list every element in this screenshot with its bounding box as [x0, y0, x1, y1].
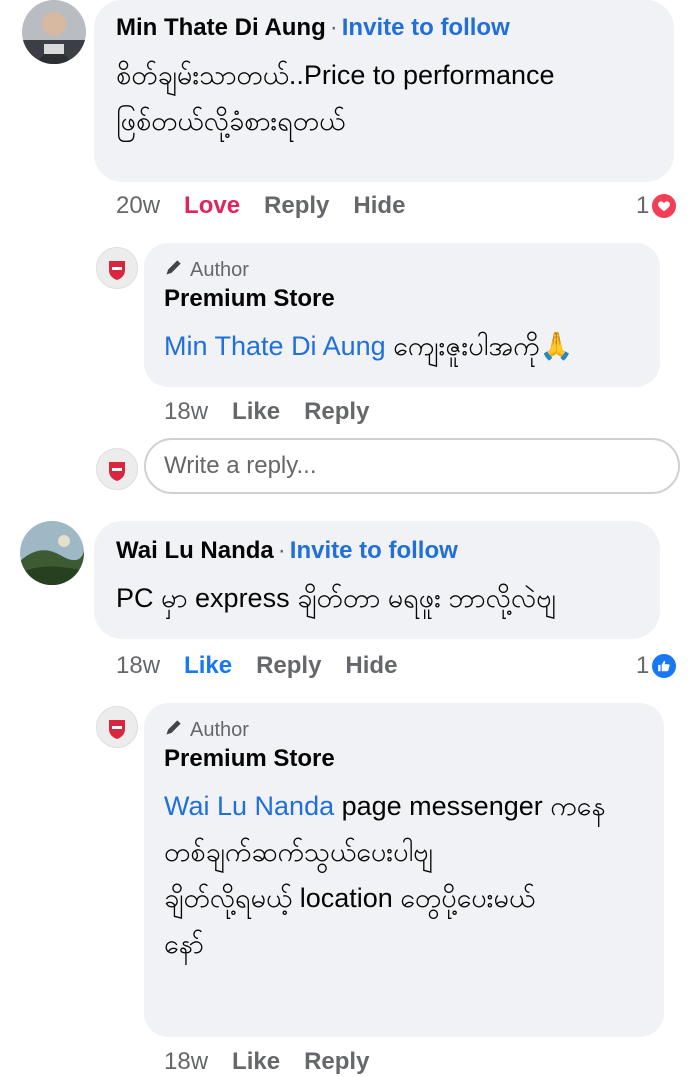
reply-button[interactable]: Reply	[264, 192, 329, 219]
reply-text-content: ကျေးဇူးပါအကို🙏	[385, 331, 574, 361]
comment-text-line: ဖြစ်တယ်လို့ခံစားရတယ်	[116, 106, 346, 136]
reaction-count[interactable]: 1	[636, 652, 677, 680]
like-button[interactable]: Like	[184, 652, 232, 679]
pencil-icon	[164, 717, 184, 743]
write-reply-input[interactable]: Write a reply...	[144, 438, 680, 494]
heart-icon	[652, 194, 677, 218]
reply-button[interactable]: Reply	[256, 652, 321, 679]
separator-dot: ·	[277, 537, 286, 564]
mention-link[interactable]: Min Thate Di Aung	[164, 331, 386, 361]
reply-text-content: page messenger ကနေ	[334, 791, 606, 821]
comment-header: Wai Lu Nanda · Invite to follow	[116, 537, 458, 565]
avatar[interactable]	[20, 521, 84, 585]
like-button[interactable]: Like	[232, 398, 280, 425]
reaction-count-value: 1	[636, 192, 650, 219]
avatar[interactable]	[22, 0, 86, 64]
reply-author[interactable]: Premium Store	[164, 745, 335, 773]
reaction-count-value: 1	[636, 652, 650, 679]
comment-time[interactable]: 18w	[116, 652, 160, 679]
store-avatar[interactable]	[96, 706, 138, 748]
reply-text-line: တစ်ချက်ဆက်သွယ်ပေးပါဗျ	[164, 837, 433, 867]
like-button[interactable]: Like	[232, 1048, 280, 1075]
hide-button[interactable]: Hide	[345, 652, 397, 679]
author-badge-label: Author	[190, 718, 249, 741]
pencil-icon	[164, 257, 184, 283]
reply-button[interactable]: Reply	[304, 1048, 369, 1075]
comment-header: Min Thate Di Aung · Invite to follow	[116, 14, 510, 42]
store-avatar[interactable]	[96, 247, 138, 289]
reply-time[interactable]: 18w	[164, 1048, 208, 1075]
comment-text: PC မှာ express ချိတ်တာ မရဖူး ဘာလို့လဲဗျ	[116, 575, 556, 621]
comment-time[interactable]: 20w	[116, 192, 160, 219]
love-button[interactable]: Love	[184, 192, 240, 219]
comment-bubble: Min Thate Di Aung · Invite to follow စိတ်ခ…	[94, 0, 674, 182]
invite-to-follow-link[interactable]: Invite to follow	[342, 14, 510, 41]
like-icon	[652, 654, 677, 678]
reply-time[interactable]: 18w	[164, 398, 208, 425]
reaction-count[interactable]: 1	[636, 192, 677, 220]
reply-author[interactable]: Premium Store	[164, 285, 335, 313]
reply-bubble: Author Premium Store Wai Lu Nanda page m…	[144, 703, 664, 1037]
reply-text: Min Thate Di Aung ကျေးဇူးပါအကို🙏	[164, 323, 573, 369]
comment-actions: 18w Like Reply Hide	[116, 652, 421, 680]
comment-text-line: PC မှာ express ချိတ်တာ မရဖူး ဘာလို့လဲဗျ	[116, 583, 556, 613]
reply-text: Wai Lu Nanda page messenger ကနေ တစ်ချက်ဆ…	[164, 783, 654, 967]
store-avatar[interactable]	[96, 448, 138, 490]
author-badge-label: Author	[190, 258, 249, 281]
comment-author[interactable]: Min Thate Di Aung	[116, 14, 326, 41]
reply-text-line: ချိတ်လို့ရမယ့် location တွေပို့ပေးမယ်	[164, 883, 536, 913]
author-badge: Author	[164, 257, 249, 283]
comment-bubble: Wai Lu Nanda · Invite to follow PC မှာ exp…	[94, 521, 660, 639]
reply-actions: 18w Like Reply	[164, 398, 393, 426]
invite-to-follow-link[interactable]: Invite to follow	[290, 537, 458, 564]
write-reply-placeholder: Write a reply...	[164, 452, 317, 479]
reply-bubble: Author Premium Store Min Thate Di Aung က…	[144, 243, 660, 387]
reply-actions: 18w Like Reply	[164, 1048, 393, 1076]
hide-button[interactable]: Hide	[353, 192, 405, 219]
separator-dot: ·	[329, 14, 338, 41]
author-badge: Author	[164, 717, 249, 743]
mention-link[interactable]: Wai Lu Nanda	[164, 791, 334, 821]
comment-text: စိတ်ချမ်းသာတယ်..Price to performance ဖြစ…	[116, 52, 666, 144]
comment-actions: 20w Love Reply Hide	[116, 192, 429, 220]
reply-text-line: နော်	[164, 929, 204, 959]
reply-button[interactable]: Reply	[304, 398, 369, 425]
comment-author[interactable]: Wai Lu Nanda	[116, 537, 274, 564]
comment-text-line: စိတ်ချမ်းသာတယ်..Price to performance	[116, 60, 555, 90]
